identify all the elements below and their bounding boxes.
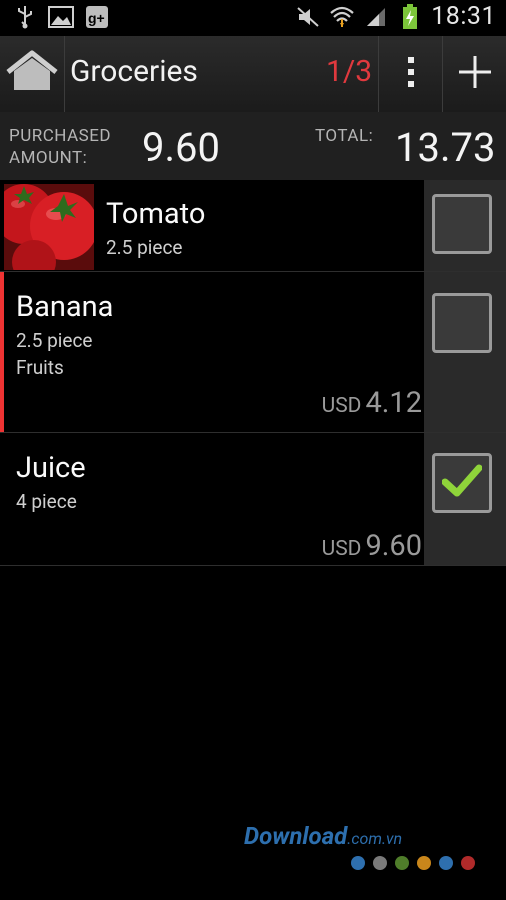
status-left-icons: g+ [12,4,110,30]
item-check-panel [424,272,506,432]
purchased-checkbox[interactable] [432,194,492,254]
watermark-dot [395,856,409,870]
category-color-bar [0,272,4,432]
list-item[interactable]: Tomato 2.5 piece [0,180,506,272]
price-value: 9.60 [365,529,422,563]
purchased-label-line2: AMOUNT: [9,148,88,168]
action-bar: Groceries 1/3 [0,36,506,113]
tomato-image [4,184,94,270]
watermark-dot [373,856,387,870]
watermark-dot [461,856,475,870]
purchased-amount-value: 9.60 [142,124,220,171]
item-quantity: 4 piece [16,490,77,513]
item-name: Tomato [106,197,206,231]
item-check-panel [424,433,506,565]
watermark-dot [351,856,365,870]
checkmark-icon [441,464,483,502]
status-right-icons: 18:31 [295,2,496,31]
item-quantity: 2.5 piece [16,329,93,352]
watermark-text: Download [244,822,348,850]
summary-bar: PURCHASED AMOUNT: 9.60 TOTAL: 13.73 [0,112,506,180]
home-icon [4,50,60,98]
price-currency: USD [321,537,362,561]
purchased-checkbox[interactable] [432,453,492,513]
google-plus-icon: g+ [84,4,110,30]
svg-text:g+: g+ [88,10,105,26]
image-icon [48,4,74,30]
watermark: Download.com.vn [244,822,402,850]
signal-icon [363,4,389,30]
clock: 18:31 [431,2,496,31]
watermark-suffix: .com.vn [347,829,403,848]
price-currency: USD [321,394,362,418]
watermark-dots [351,856,475,870]
purchased-label-line1: PURCHASED [9,126,112,146]
item-name: Banana [16,290,114,324]
overflow-menu-icon [406,56,416,92]
grocery-list: Tomato 2.5 piece Banana 2.5 piece Fruits… [0,180,506,566]
item-quantity: 2.5 piece [106,236,183,259]
overflow-menu-button[interactable] [380,36,442,112]
add-icon [457,54,493,94]
mute-icon [295,4,321,30]
usb-icon [12,4,38,30]
item-category: Fruits [16,356,64,379]
watermark-dot [439,856,453,870]
item-name: Juice [16,451,86,485]
total-label: TOTAL: [315,126,374,146]
purchased-counter: 1/3 [326,54,373,89]
wifi-icon [329,4,355,30]
price-value: 4.12 [365,386,422,420]
status-bar: g+ 18:31 [0,0,506,36]
battery-icon [397,3,423,30]
divider [378,36,379,112]
list-title: Groceries [70,54,198,89]
list-item[interactable]: Banana 2.5 piece Fruits USD 4.12 [0,272,506,433]
item-price: USD 4.12 [322,386,422,420]
home-button[interactable] [0,36,64,112]
purchased-amount-label: PURCHASED AMOUNT: [9,125,111,169]
purchased-checkbox[interactable] [432,293,492,353]
item-price: USD 9.60 [322,529,422,563]
divider [64,36,65,112]
item-check-panel [424,180,506,271]
list-item[interactable]: Juice 4 piece USD 9.60 [0,433,506,566]
watermark-dot [417,856,431,870]
total-value: 13.73 [395,124,496,171]
add-item-button[interactable] [443,36,506,112]
